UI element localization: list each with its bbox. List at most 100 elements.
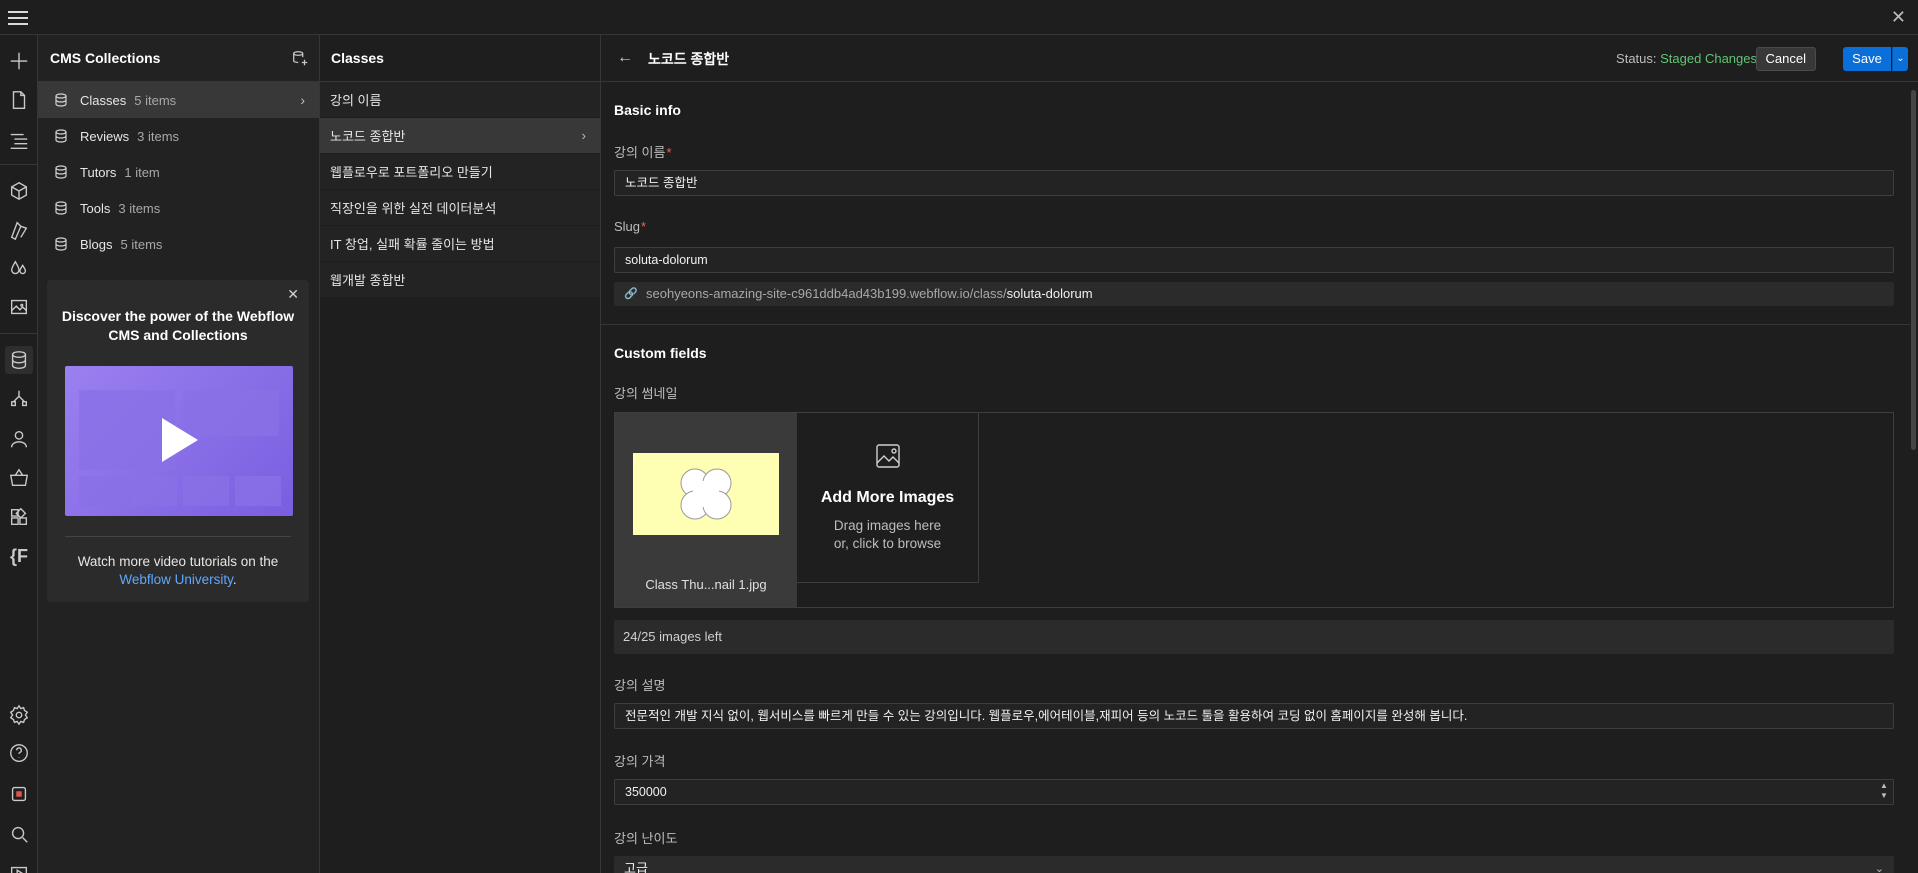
chevron-down-icon: ⌄ [1874, 863, 1884, 873]
price-value: 350000 [625, 785, 667, 799]
description-input[interactable]: 전문적인 개발 지식 없이, 웹서비스를 빠르게 만들 수 있는 강의입니다. … [614, 703, 1894, 729]
database-icon [55, 201, 67, 215]
promo-foot-text: Watch more video tutorials on the [77, 554, 279, 569]
add-collection-icon[interactable] [291, 49, 309, 67]
item-title: 노코드 종합반 [648, 51, 730, 67]
database-icon [55, 165, 67, 179]
add-images-hint: Drag images here or, click to browse [797, 517, 978, 553]
number-stepper[interactable]: ▲ ▼ [1877, 781, 1891, 803]
users-icon[interactable] [7, 427, 31, 451]
status-indicator: Status: Staged Changes [1616, 51, 1757, 66]
assets-icon[interactable] [7, 295, 31, 319]
chevron-right-icon: › [300, 92, 305, 108]
slug-url-prefix: seohyeons-amazing-site-c961ddb4ad43b199.… [646, 286, 1007, 301]
slug-input[interactable]: soluta-dolorum [614, 247, 1894, 273]
scrollbar-thumb[interactable] [1911, 90, 1916, 450]
panel-title: Classes [331, 50, 384, 66]
collection-item-reviews[interactable]: Reviews 3 items [38, 118, 319, 154]
classes-header: Classes [320, 35, 600, 82]
item-editor: ← 노코드 종합반 Status: Staged Changes Cancel … [601, 35, 1918, 873]
close-promo-icon[interactable]: ✕ [287, 286, 299, 303]
style-manager-icon[interactable] [7, 218, 31, 242]
class-item-label: 직장인을 위한 실전 데이터분석 [330, 201, 497, 216]
play-icon[interactable] [162, 418, 198, 462]
collection-item-tools[interactable]: Tools 3 items [38, 190, 319, 226]
navigator-icon[interactable] [7, 128, 31, 152]
collection-name: Reviews [80, 128, 130, 144]
class-item[interactable]: IT 창업, 실패 확률 줄이는 방법 [320, 226, 600, 262]
add-icon[interactable] [7, 49, 31, 73]
status-value: Staged Changes [1660, 51, 1757, 66]
settings-icon[interactable] [7, 703, 31, 727]
components-icon[interactable] [7, 179, 31, 203]
panel-title: CMS Collections [50, 50, 161, 66]
collection-item-tutors[interactable]: Tutors 1 item [38, 154, 319, 190]
help-icon[interactable] [7, 741, 31, 765]
cms-promo-card: ✕ Discover the power of the Webflow CMS … [47, 280, 309, 602]
uploaded-image-card[interactable]: Class Thu...nail 1.jpg [615, 413, 797, 607]
thumbnail-image-field: Class Thu...nail 1.jpg Add More Images D… [614, 412, 1894, 608]
editor-scrollbar[interactable] [1910, 82, 1918, 873]
hamburger-menu-icon[interactable] [8, 8, 28, 26]
finsweet-icon[interactable]: {F [7, 544, 31, 568]
collection-name: Tutors [80, 164, 117, 180]
class-item-label: 웹개발 종합반 [330, 273, 406, 288]
level-select[interactable]: 고급 ⌄ [614, 856, 1894, 873]
collection-item-blogs[interactable]: Blogs 5 items [38, 226, 319, 262]
name-input[interactable]: 노코드 종합반 [614, 170, 1894, 196]
price-input[interactable]: 350000 ▲ ▼ [614, 779, 1894, 805]
class-item[interactable]: 직장인을 위한 실전 데이터분석 [320, 190, 600, 226]
save-button[interactable]: Save [1843, 47, 1891, 71]
thumbnail-shape [680, 468, 732, 520]
cms-collections-panel: CMS Collections Classes 5 items › Review… [38, 35, 320, 873]
pages-icon[interactable] [7, 88, 31, 112]
cms-collections-header: CMS Collections [38, 35, 319, 82]
class-item[interactable]: 웹개발 종합반 [320, 262, 600, 298]
classes-items-panel: Classes 강의 이름 노코드 종합반 › 웹플로우로 포트폴리오 만들기 직… [320, 35, 601, 873]
class-item-label: IT 창업, 실패 확률 줄이는 방법 [330, 237, 495, 252]
database-icon [55, 237, 67, 251]
add-images-hint-line1: Drag images here [833, 518, 942, 533]
image-filename: Class Thu...nail 1.jpg [645, 577, 767, 592]
class-item[interactable]: 웹플로우로 포트폴리오 만들기 [320, 154, 600, 190]
collection-count: 3 items [137, 128, 180, 144]
promo-video-thumbnail[interactable] [65, 366, 293, 516]
link-icon: 🔗 [624, 288, 638, 300]
class-item[interactable]: 강의 이름 [320, 82, 600, 118]
class-item-label: 강의 이름 [330, 93, 382, 108]
search-icon[interactable] [7, 822, 31, 846]
slug-url-end: soluta-dolorum [1006, 286, 1093, 301]
add-images-title: Add More Images [820, 489, 955, 506]
ecommerce-icon[interactable] [7, 466, 31, 490]
logic-icon[interactable] [7, 387, 31, 411]
collection-item-classes[interactable]: Classes 5 items › [38, 82, 319, 118]
slug-label-text: Slug [614, 219, 641, 234]
video-tutorials-icon[interactable] [7, 861, 31, 873]
collection-name: Tools [80, 200, 111, 216]
variables-icon[interactable] [7, 257, 31, 281]
left-toolbar: {F [0, 35, 38, 873]
description-label: 강의 설명 [614, 678, 666, 693]
promo-period: . [232, 572, 237, 587]
collection-name: Classes [80, 92, 127, 108]
promo-title: Discover the power of the Webflow CMS an… [61, 308, 295, 343]
custom-fields-heading: Custom fields [614, 345, 707, 361]
level-label: 강의 난이도 [614, 831, 678, 846]
images-left-counter: 24/25 images left [614, 620, 1894, 654]
apps-icon[interactable] [7, 505, 31, 529]
name-label: 강의 이름* [614, 142, 672, 161]
record-icon[interactable] [7, 782, 31, 806]
save-options-chevron-icon[interactable]: ⌄ [1892, 47, 1908, 71]
name-label-text: 강의 이름 [614, 145, 666, 160]
collection-name: Blogs [80, 236, 113, 252]
class-item[interactable]: 노코드 종합반 › [320, 118, 600, 154]
cms-database-icon[interactable] [5, 346, 33, 374]
back-arrow-icon[interactable]: ← [617, 49, 633, 67]
add-more-images-dropzone[interactable]: Add More Images Drag images here or, clic… [797, 413, 979, 583]
price-label: 강의 가격 [614, 754, 666, 769]
collection-count: 5 items [134, 92, 177, 108]
webflow-university-link[interactable]: Webflow University [119, 572, 233, 587]
database-icon [55, 93, 67, 107]
cancel-button[interactable]: Cancel [1755, 47, 1816, 71]
close-icon[interactable]: ✕ [1891, 7, 1906, 28]
